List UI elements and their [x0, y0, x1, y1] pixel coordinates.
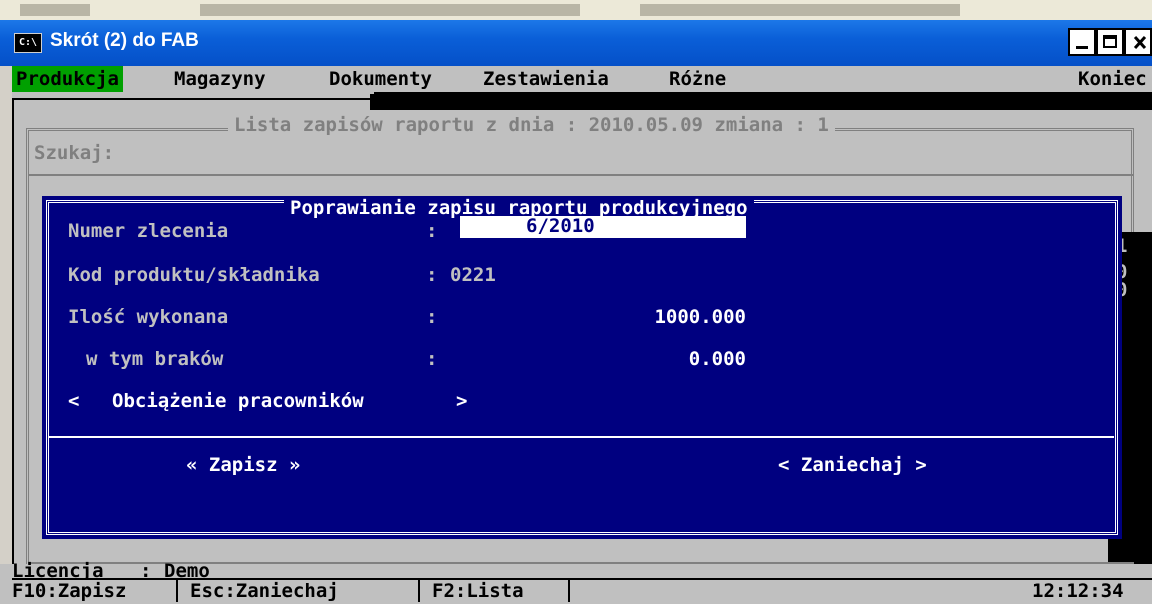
field-sep: : [426, 306, 438, 328]
panel-dark-bar [374, 92, 1152, 110]
cancel-button[interactable]: < Zaniechaj > [778, 454, 927, 476]
strip-segment [200, 4, 580, 16]
workers-load-label: Obciążenie pracowników [112, 390, 364, 412]
field-label-brakow: w tym braków [86, 348, 224, 370]
panel-dark-tab [370, 94, 374, 110]
menu-item-dokumenty[interactable]: Dokumenty [329, 66, 432, 92]
maximize-button[interactable] [1096, 28, 1124, 56]
console-area: Produkcja Magazyny Dokumenty Zestawienia… [12, 66, 1152, 602]
window-title: Skrót (2) do FAB [50, 30, 199, 51]
chevron-right-icon: > [456, 390, 468, 412]
maximize-icon [1103, 35, 1117, 48]
menu-item-zestawienia[interactable]: Zestawienia [483, 66, 609, 92]
order-number-value: 6/2010 [526, 215, 595, 237]
quantity-value[interactable]: 1000.000 [610, 306, 746, 328]
search-separator [28, 174, 1134, 176]
strip-segment [20, 4, 90, 16]
product-code-value[interactable]: 0221 [450, 264, 496, 286]
field-label-numer-zlecenia: Numer zlecenia [68, 220, 229, 242]
function-key-bar: F10:Zapisz Esc:Zaniechaj F2:Lista 12:12:… [12, 578, 1152, 604]
strip-segment [640, 4, 960, 16]
f10-save-key[interactable]: F10:Zapisz [12, 580, 126, 602]
dialog-button-separator [48, 436, 1114, 438]
order-number-field[interactable]: 6/2010 [460, 216, 746, 238]
menu-bar: Produkcja Magazyny Dokumenty Zestawienia… [12, 66, 1152, 92]
key-separator [418, 580, 420, 602]
key-separator [568, 580, 570, 602]
field-sep: : [426, 220, 438, 242]
minimize-button[interactable] [1068, 28, 1096, 56]
field-label-kod-produktu: Kod produktu/składnika [68, 264, 320, 286]
status-area: Licencja : Demo F10:Zapisz Esc:Zaniechaj… [0, 560, 1152, 604]
close-icon [1133, 35, 1147, 50]
key-separator [176, 580, 178, 602]
list-title: Lista zapisów raportu z dnia : 2010.05.0… [228, 114, 835, 136]
top-strip [0, 0, 1152, 20]
field-label-ilosc-wykonana: Ilość wykonana [68, 306, 229, 328]
minimize-icon [1076, 46, 1088, 49]
menu-item-koniec[interactable]: Koniec [1078, 66, 1147, 92]
close-button[interactable] [1124, 28, 1152, 56]
panel-frame-top-left [12, 98, 372, 100]
panel-frame-left [12, 98, 14, 582]
console-window: C:\ Skrót (2) do FAB Produkcja Magazyny … [0, 20, 1152, 602]
field-sep: : [426, 348, 438, 370]
f2-list-key[interactable]: F2:Lista [432, 580, 524, 602]
defects-value[interactable]: 0.000 [610, 348, 746, 370]
title-bar: C:\ Skrót (2) do FAB [0, 20, 1152, 66]
search-label: Szukaj: [34, 142, 115, 164]
menu-item-rozne[interactable]: Różne [669, 66, 726, 92]
menu-item-magazyny[interactable]: Magazyny [174, 66, 266, 92]
esc-cancel-key[interactable]: Esc:Zaniechaj [190, 580, 339, 602]
menu-item-produkcja[interactable]: Produkcja [12, 66, 123, 92]
edit-dialog: Poprawianie zapisu raportu produkcyjnego… [42, 196, 1122, 539]
console-app-icon: C:\ [14, 33, 42, 53]
save-button[interactable]: « Zapisz » [186, 454, 300, 476]
clock: 12:12:34 [1032, 580, 1124, 602]
chevron-left-icon: < [68, 390, 80, 412]
field-sep: : [426, 264, 438, 286]
